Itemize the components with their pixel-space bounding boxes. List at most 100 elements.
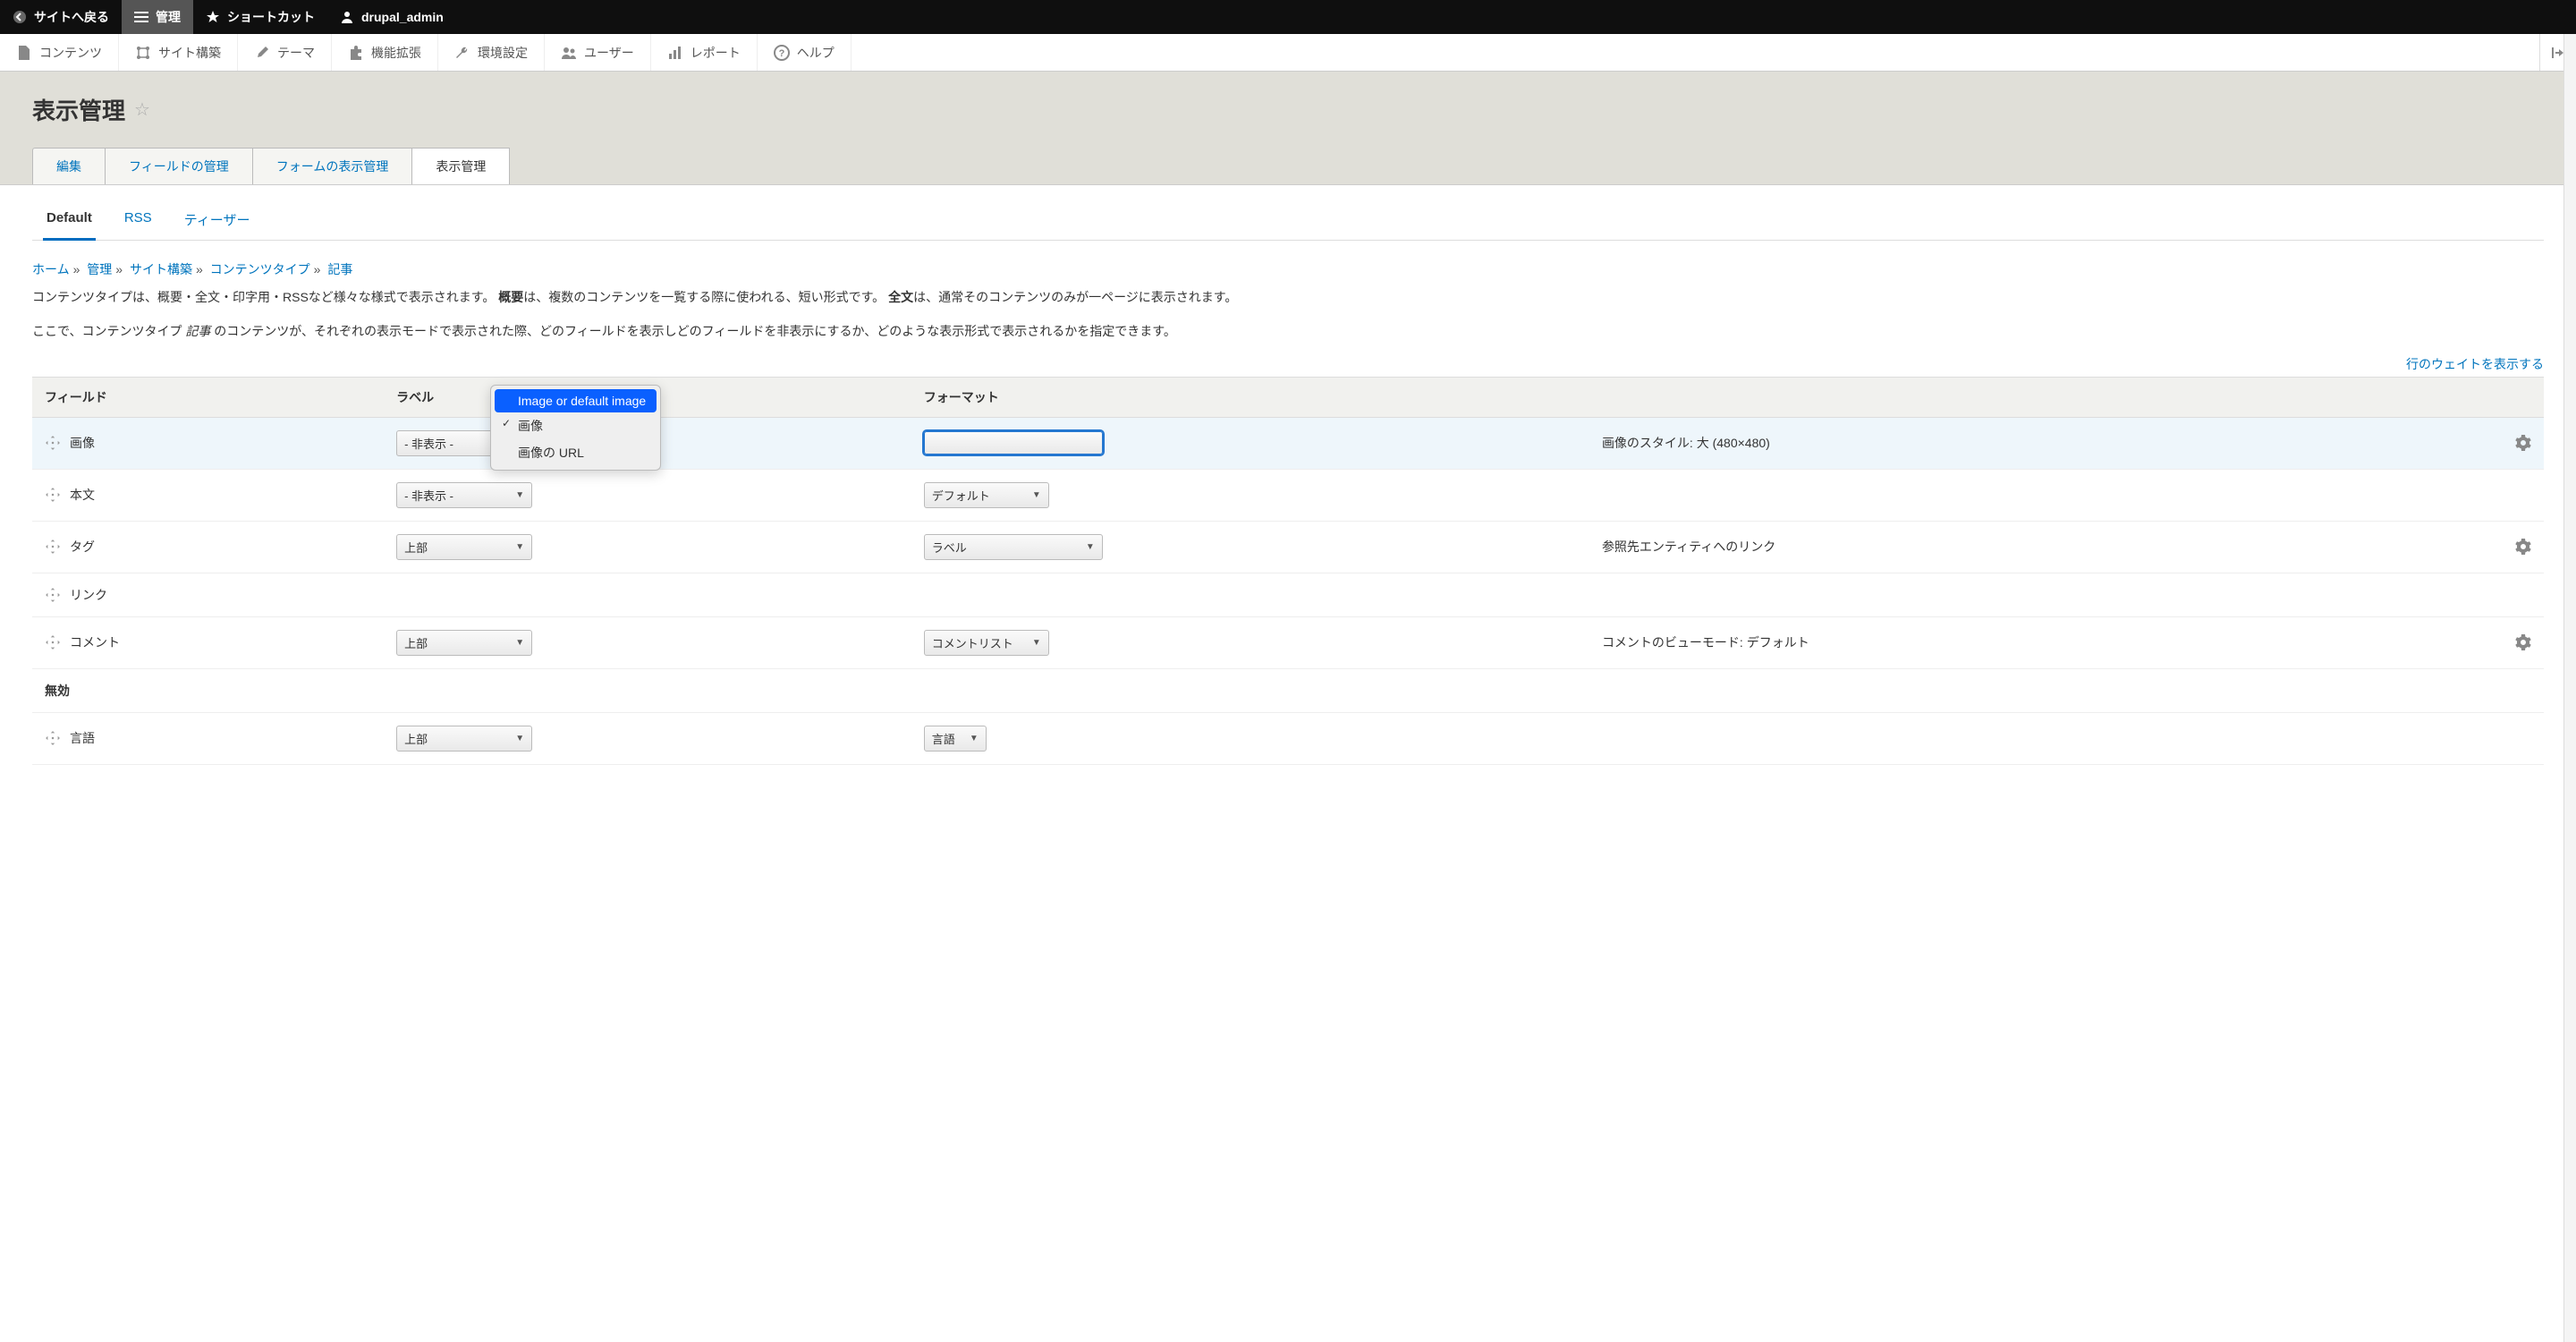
field-name: リンク (70, 586, 107, 604)
star-icon (206, 10, 220, 24)
field-name: 本文 (70, 486, 95, 504)
intro-line-1: コンテンツタイプは、概要・全文・印字用・RSSなど様々な様式で表示されます。 概… (32, 287, 2544, 309)
field-name: タグ (70, 538, 95, 556)
th-ops (2419, 377, 2544, 417)
gear-icon[interactable] (2515, 435, 2531, 451)
th-field: フィールド (32, 377, 384, 417)
back-to-site[interactable]: サイトへ戻る (0, 0, 122, 34)
menu-structure[interactable]: サイト構築 (119, 34, 238, 71)
drag-handle-icon[interactable] (45, 634, 61, 650)
subtab-default[interactable]: Default (43, 201, 96, 240)
top-toolbar: サイトへ戻る 管理 ショートカット drupal_admin (0, 0, 2576, 34)
user-label: drupal_admin (361, 10, 444, 24)
label-select[interactable]: 上部▼ (396, 534, 532, 560)
shortcut-star-icon[interactable]: ☆ (134, 98, 150, 121)
crumb-structure[interactable]: サイト構築 (130, 262, 192, 276)
caret-down-icon: ▼ (1086, 542, 1095, 552)
wrench-icon (454, 45, 470, 61)
content: Default RSS ティーザー ホーム» 管理» サイト構築» コンテンツタ… (0, 185, 2576, 801)
menu-help[interactable]: ? ヘルプ (758, 34, 852, 71)
table-body: 画像- 非表示 -▼画像のスタイル: 大 (480×480) 本文 - 非表示 -▼… (32, 417, 2544, 764)
format-settings-summary (1589, 469, 2419, 521)
table-row: 本文 - 非表示 -▼ デフォルト▼ (32, 469, 2544, 521)
show-row-weights-link[interactable]: 行のウェイトを表示する (2406, 357, 2544, 371)
shortcuts-menu[interactable]: ショートカット (193, 0, 327, 34)
th-info (1589, 377, 2419, 417)
caret-down-icon: ▼ (1032, 490, 1041, 500)
format-dropdown-popup: Image or default image 画像 画像の URL (490, 385, 661, 471)
menu-appearance[interactable]: テーマ (238, 34, 332, 71)
drag-handle-icon[interactable] (45, 587, 61, 603)
caret-down-icon: ▼ (515, 490, 524, 500)
dropdown-option-image-default[interactable]: Image or default image (495, 389, 657, 412)
drag-handle-icon[interactable] (45, 435, 61, 451)
label-select[interactable]: 上部▼ (396, 726, 532, 752)
format-select[interactable]: ラベル▼ (924, 534, 1103, 560)
help-icon: ? (774, 45, 790, 61)
dropdown-option-image[interactable]: 画像 (495, 412, 657, 439)
format-settings-summary: コメントのビューモード: デフォルト (1589, 616, 2419, 668)
table-row: 言語 上部▼ 言語▼ (32, 712, 2544, 764)
menu-extend[interactable]: 機能拡張 (332, 34, 438, 71)
menu-help-label: ヘルプ (797, 44, 835, 62)
user-menu[interactable]: drupal_admin (327, 0, 456, 34)
menu-reports[interactable]: レポート (651, 34, 758, 71)
page-title: 表示管理 (32, 93, 125, 126)
manage-toggle[interactable]: 管理 (122, 0, 193, 34)
menu-config-label: 環境設定 (478, 44, 528, 62)
menu-content[interactable]: コンテンツ (0, 34, 119, 71)
table-row: リンク (32, 573, 2544, 616)
label-select[interactable]: 上部▼ (396, 630, 532, 656)
th-format: フォーマット (911, 377, 1589, 417)
table-row: 画像- 非表示 -▼画像のスタイル: 大 (480×480) (32, 417, 2544, 469)
field-name: 言語 (70, 729, 95, 747)
caret-down-icon: ▼ (515, 542, 524, 552)
format-settings-summary: 画像のスタイル: 大 (480×480) (1589, 417, 2419, 469)
drag-handle-icon[interactable] (45, 539, 61, 555)
show-row-weights: 行のウェイトを表示する (32, 355, 2544, 373)
shortcuts-label: ショートカット (227, 8, 315, 26)
manage-label: 管理 (156, 8, 181, 26)
subtab-rss[interactable]: RSS (121, 201, 156, 240)
chart-icon (667, 45, 683, 61)
back-label: サイトへ戻る (34, 8, 109, 26)
drag-handle-icon[interactable] (45, 730, 61, 746)
field-name: コメント (70, 633, 120, 651)
drag-handle-icon[interactable] (45, 487, 61, 503)
crumb-manage[interactable]: 管理 (87, 262, 112, 276)
caret-down-icon: ▼ (515, 638, 524, 648)
menu-extend-label: 機能拡張 (371, 44, 421, 62)
subtab-teaser[interactable]: ティーザー (181, 201, 254, 240)
tab-manage-form[interactable]: フォームの表示管理 (252, 148, 413, 184)
gear-icon[interactable] (2515, 634, 2531, 650)
crumb-article[interactable]: 記事 (327, 262, 352, 276)
gear-icon[interactable] (2515, 539, 2531, 555)
menu-appearance-label: テーマ (277, 44, 315, 62)
menu-config[interactable]: 環境設定 (438, 34, 545, 71)
vertical-scrollbar[interactable] (2563, 34, 2576, 1342)
crumb-home[interactable]: ホーム (32, 262, 70, 276)
label-select[interactable]: - 非表示 -▼ (396, 482, 532, 508)
menu-reports-label: レポート (691, 44, 741, 62)
format-select[interactable]: 言語▼ (924, 726, 987, 752)
breadcrumb: ホーム» 管理» サイト構築» コンテンツタイプ» 記事 (32, 260, 2544, 278)
crumb-content-types[interactable]: コンテンツタイプ (210, 262, 310, 276)
caret-down-icon: ▼ (1032, 638, 1041, 648)
tab-manage-display[interactable]: 表示管理 (411, 148, 510, 184)
disabled-section-header: 無効 (32, 668, 2544, 712)
table-row: コメント 上部▼ コメントリスト▼ コメントのビューモード: デフォルト (32, 616, 2544, 668)
document-icon (16, 45, 32, 61)
format-select[interactable] (924, 431, 1103, 454)
format-select[interactable]: デフォルト▼ (924, 482, 1049, 508)
primary-tabs: 編集 フィールドの管理 フォームの表示管理 表示管理 (32, 148, 2544, 184)
tab-edit[interactable]: 編集 (32, 148, 106, 184)
hamburger-icon (134, 10, 148, 24)
dropdown-option-image-url[interactable]: 画像の URL (495, 439, 657, 466)
menu-people[interactable]: ユーザー (545, 34, 651, 71)
back-icon (13, 10, 27, 24)
field-name: 画像 (70, 434, 95, 452)
menu-structure-label: サイト構築 (158, 44, 221, 62)
format-select[interactable]: コメントリスト▼ (924, 630, 1049, 656)
tab-manage-fields[interactable]: フィールドの管理 (105, 148, 253, 184)
format-settings-summary: 参照先エンティティへのリンク (1589, 521, 2419, 573)
